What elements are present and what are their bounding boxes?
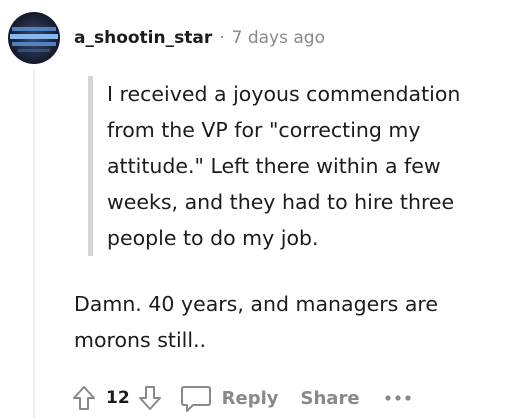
upvote-button[interactable]	[72, 385, 96, 411]
timestamp-link[interactable]: 7 days ago	[232, 28, 325, 48]
comment-actions: 12 Reply Share	[72, 380, 412, 416]
meta-separator: ·	[219, 28, 225, 48]
ellipsis-icon	[384, 395, 411, 401]
comment-header: a_shootin_star · 7 days ago	[74, 26, 325, 50]
blockquote: I received a joyous commendation from th…	[88, 76, 512, 256]
upvote-arrow-icon	[73, 386, 95, 410]
speech-bubble-icon	[180, 386, 211, 412]
avatar[interactable]	[8, 12, 60, 64]
downvote-arrow-icon	[138, 386, 161, 410]
username-link[interactable]: a_shootin_star	[74, 28, 212, 48]
thread-line[interactable]	[33, 70, 35, 418]
comment-body: Damn. 40 years, and managers are morons …	[74, 292, 438, 352]
downvote-button[interactable]	[138, 385, 162, 411]
reply-button[interactable]: Reply	[180, 383, 279, 413]
reply-label: Reply	[221, 387, 279, 409]
more-options-button[interactable]	[384, 393, 412, 403]
share-button[interactable]: Share	[301, 388, 360, 409]
vote-score: 12	[106, 388, 130, 408]
